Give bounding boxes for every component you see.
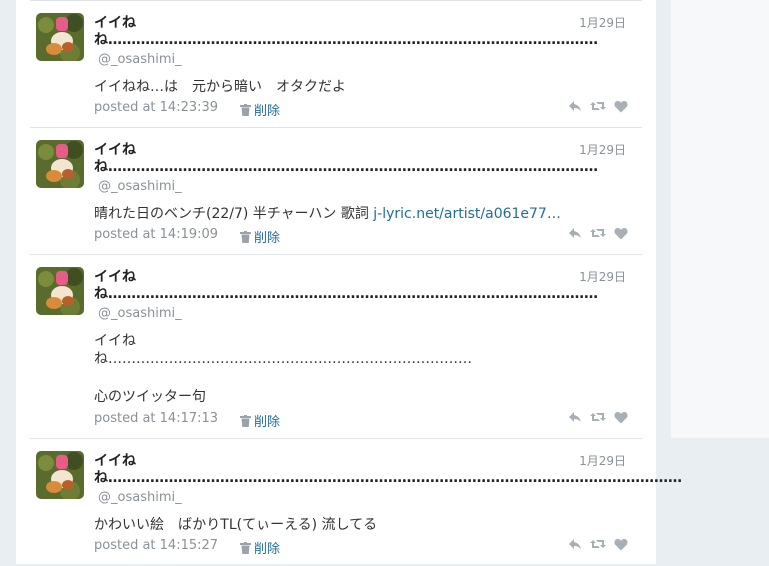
screen-name[interactable]: @_osashimi_ xyxy=(98,179,182,194)
delete-button[interactable]: 削除 xyxy=(240,411,280,431)
delete-label: 削除 xyxy=(254,415,281,430)
reply-icon[interactable] xyxy=(568,409,582,428)
tweet-text-body: 晴れた日のベンチ(22/7) 半チャーハン 歌詞 xyxy=(94,206,374,222)
posted-time: posted at 14:15:27 xyxy=(94,538,219,553)
user-name[interactable]: イイね xyxy=(94,453,136,469)
screen-name[interactable]: @_osashimi_ xyxy=(98,306,182,321)
tweet: イイね ね……………………………………………………………………………………………… xyxy=(30,0,642,128)
tweet-text-line: ね…………………………………………………………………… xyxy=(94,351,472,367)
delete-label: 削除 xyxy=(254,104,281,119)
tweet-date[interactable]: 1月29日 xyxy=(579,141,626,158)
user-name-continued[interactable]: ね…………………………………………………………………………………………… xyxy=(94,286,598,302)
retweet-icon[interactable] xyxy=(590,409,606,428)
tweet-text: かわいい絵 ばかりTL(てぃーえる) 流してる xyxy=(94,517,378,533)
delete-button[interactable]: 削除 xyxy=(240,100,280,120)
user-name[interactable]: イイね xyxy=(94,142,136,158)
delete-button[interactable]: 削除 xyxy=(240,227,280,247)
reply-icon[interactable] xyxy=(568,536,582,555)
favorite-icon[interactable] xyxy=(614,225,628,244)
user-name-continued[interactable]: ね………………………………………………………………………………………………………… xyxy=(94,470,682,486)
tweet-actions xyxy=(568,98,628,114)
posted-time: posted at 14:23:39 xyxy=(94,100,219,115)
trash-icon xyxy=(240,415,251,431)
screen-name[interactable]: @_osashimi_ xyxy=(98,490,182,505)
delete-button[interactable]: 削除 xyxy=(240,538,280,558)
timeline: イイね ね……………………………………………………………………………………………… xyxy=(16,0,682,566)
tweet: イイね ね……………………………………………………………………………………………… xyxy=(30,254,642,439)
favorite-icon[interactable] xyxy=(614,536,628,555)
tweet: イイね ね……………………………………………………………………………………………… xyxy=(30,438,682,566)
tweet-date[interactable]: 1月29日 xyxy=(579,14,626,31)
avatar[interactable] xyxy=(36,140,84,188)
tweet-text: 晴れた日のベンチ(22/7) 半チャーハン 歌詞 j-lyric.net/art… xyxy=(94,204,561,224)
avatar[interactable] xyxy=(36,267,84,315)
tweet-actions xyxy=(568,536,628,552)
favorite-icon[interactable] xyxy=(614,409,628,428)
user-name[interactable]: イイね xyxy=(94,269,136,285)
favorite-icon[interactable] xyxy=(614,98,628,117)
tweet-date[interactable]: 1月29日 xyxy=(579,452,626,469)
avatar[interactable] xyxy=(36,451,84,499)
right-panel xyxy=(671,0,769,438)
screen-name[interactable]: @_osashimi_ xyxy=(98,52,182,67)
user-name-continued[interactable]: ね…………………………………………………………………………………………… xyxy=(94,159,598,175)
retweet-icon[interactable] xyxy=(590,225,606,244)
reply-icon[interactable] xyxy=(568,225,582,244)
tweet-date[interactable]: 1月29日 xyxy=(579,268,626,285)
avatar[interactable] xyxy=(36,13,84,61)
trash-icon xyxy=(240,542,251,558)
reply-icon[interactable] xyxy=(568,98,582,117)
trash-icon xyxy=(240,231,251,247)
delete-label: 削除 xyxy=(254,231,281,246)
retweet-icon[interactable] xyxy=(590,536,606,555)
posted-time: posted at 14:17:13 xyxy=(94,411,219,426)
posted-time: posted at 14:19:09 xyxy=(94,227,219,242)
retweet-icon[interactable] xyxy=(590,98,606,117)
trash-icon xyxy=(240,104,251,120)
tweet-actions xyxy=(568,225,628,241)
tweet-text-line: 心のツイッター句 xyxy=(94,389,206,405)
tweet-text-line: イイね xyxy=(94,333,136,349)
tweet-link[interactable]: j-lyric.net/artist/a061e77… xyxy=(373,206,561,222)
tweet-text: イイねね…は 元から暗い オタクだよ xyxy=(94,79,346,95)
tweet-actions xyxy=(568,409,628,425)
user-name[interactable]: イイね xyxy=(94,15,136,31)
delete-label: 削除 xyxy=(254,542,281,557)
tweet: イイね ね……………………………………………………………………………………………… xyxy=(30,127,642,255)
user-name-continued[interactable]: ね…………………………………………………………………………………………… xyxy=(94,32,598,48)
